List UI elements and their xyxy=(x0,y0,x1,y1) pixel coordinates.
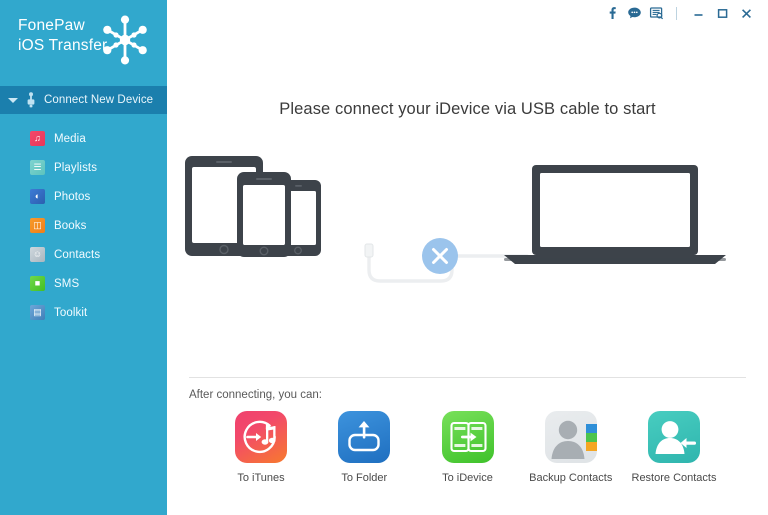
sidebar-item-label: Photos xyxy=(54,190,91,203)
titlebar xyxy=(167,0,768,26)
sidebar-item-label: Playlists xyxy=(54,161,98,174)
maximize-button[interactable] xyxy=(710,2,734,24)
action-to-idevice[interactable]: To iDevice xyxy=(418,411,518,484)
media-icon: ♫ xyxy=(30,131,45,146)
facebook-icon[interactable] xyxy=(601,2,623,24)
minimize-button[interactable] xyxy=(686,2,710,24)
sidebar-item-label: Media xyxy=(54,132,86,145)
sidebar-item-photos[interactable]: ◐ Photos xyxy=(0,182,167,211)
backup-contacts-icon xyxy=(544,411,597,463)
sidebar-item-label: Books xyxy=(54,219,87,232)
sidebar-item-connect-new-device[interactable]: Connect New Device xyxy=(0,86,167,114)
brand-header: FonePaw iOS Transfer xyxy=(0,0,167,86)
sidebar-item-label: Toolkit xyxy=(54,306,88,319)
snowflake-icon xyxy=(99,14,151,66)
sidebar-item-sms[interactable]: ■ SMS xyxy=(0,269,167,298)
after-connecting-label: After connecting, you can: xyxy=(189,389,322,401)
toolkit-icon: ▤ xyxy=(30,305,45,320)
main-content: Please connect your iDevice via USB cabl… xyxy=(167,0,768,515)
sidebar-item-toolkit[interactable]: ▤ Toolkit xyxy=(0,298,167,327)
action-label: To iDevice xyxy=(442,472,493,484)
laptop xyxy=(504,165,726,264)
action-label: Backup Contacts xyxy=(529,472,613,484)
contacts-icon: ☺ xyxy=(30,247,45,262)
app-window: FonePaw iOS Transfer Connect New Device … xyxy=(0,0,768,515)
sms-icon: ■ xyxy=(30,276,45,291)
status-badge xyxy=(422,238,458,274)
restore-contacts-icon xyxy=(648,411,700,463)
sidebar-item-playlists[interactable]: ☰ Playlists xyxy=(0,153,167,182)
action-label: Restore Contacts xyxy=(631,472,717,484)
actions-section: After connecting, you can: To iTunes To … xyxy=(189,377,746,484)
close-button[interactable] xyxy=(734,2,758,24)
action-label: To Folder xyxy=(341,472,388,484)
action-to-itunes[interactable]: To iTunes xyxy=(211,411,311,484)
sidebar-item-contacts[interactable]: ☺ Contacts xyxy=(0,240,167,269)
action-to-folder[interactable]: To Folder xyxy=(314,411,414,484)
books-icon: ◫ xyxy=(30,218,45,233)
to-idevice-icon xyxy=(441,411,494,463)
playlists-icon: ☰ xyxy=(30,160,45,175)
action-restore-contacts[interactable]: Restore Contacts xyxy=(624,411,724,484)
sidebar-item-books[interactable]: ◫ Books xyxy=(0,211,167,240)
sidebar-connect-label: Connect New Device xyxy=(44,94,154,106)
titlebar-divider xyxy=(676,6,677,20)
chevron-down-icon[interactable] xyxy=(8,97,18,103)
phone-front xyxy=(237,172,291,257)
photos-icon: ◐ xyxy=(30,189,45,204)
devices-disconnected-illustration xyxy=(167,140,768,300)
action-list: To iTunes To Folder To iDevice Backup Co… xyxy=(189,411,746,484)
sidebar-nav-list: ♫ Media ☰ Playlists ◐ Photos ◫ Books ☺ C… xyxy=(0,114,167,327)
to-itunes-icon xyxy=(235,411,287,463)
action-label: To iTunes xyxy=(237,472,285,484)
sidebar-item-label: Contacts xyxy=(54,248,101,261)
section-divider xyxy=(189,377,746,378)
page-title: Please connect your iDevice via USB cabl… xyxy=(279,100,656,118)
feedback-icon[interactable] xyxy=(645,2,667,24)
sidebar: FonePaw iOS Transfer Connect New Device … xyxy=(0,0,167,515)
action-backup-contacts[interactable]: Backup Contacts xyxy=(521,411,621,484)
sidebar-item-media[interactable]: ♫ Media xyxy=(0,124,167,153)
usb-connector-icon xyxy=(24,92,38,108)
chat-bubble-icon[interactable] xyxy=(623,2,645,24)
sidebar-item-label: SMS xyxy=(54,277,80,290)
to-folder-icon xyxy=(338,411,391,463)
